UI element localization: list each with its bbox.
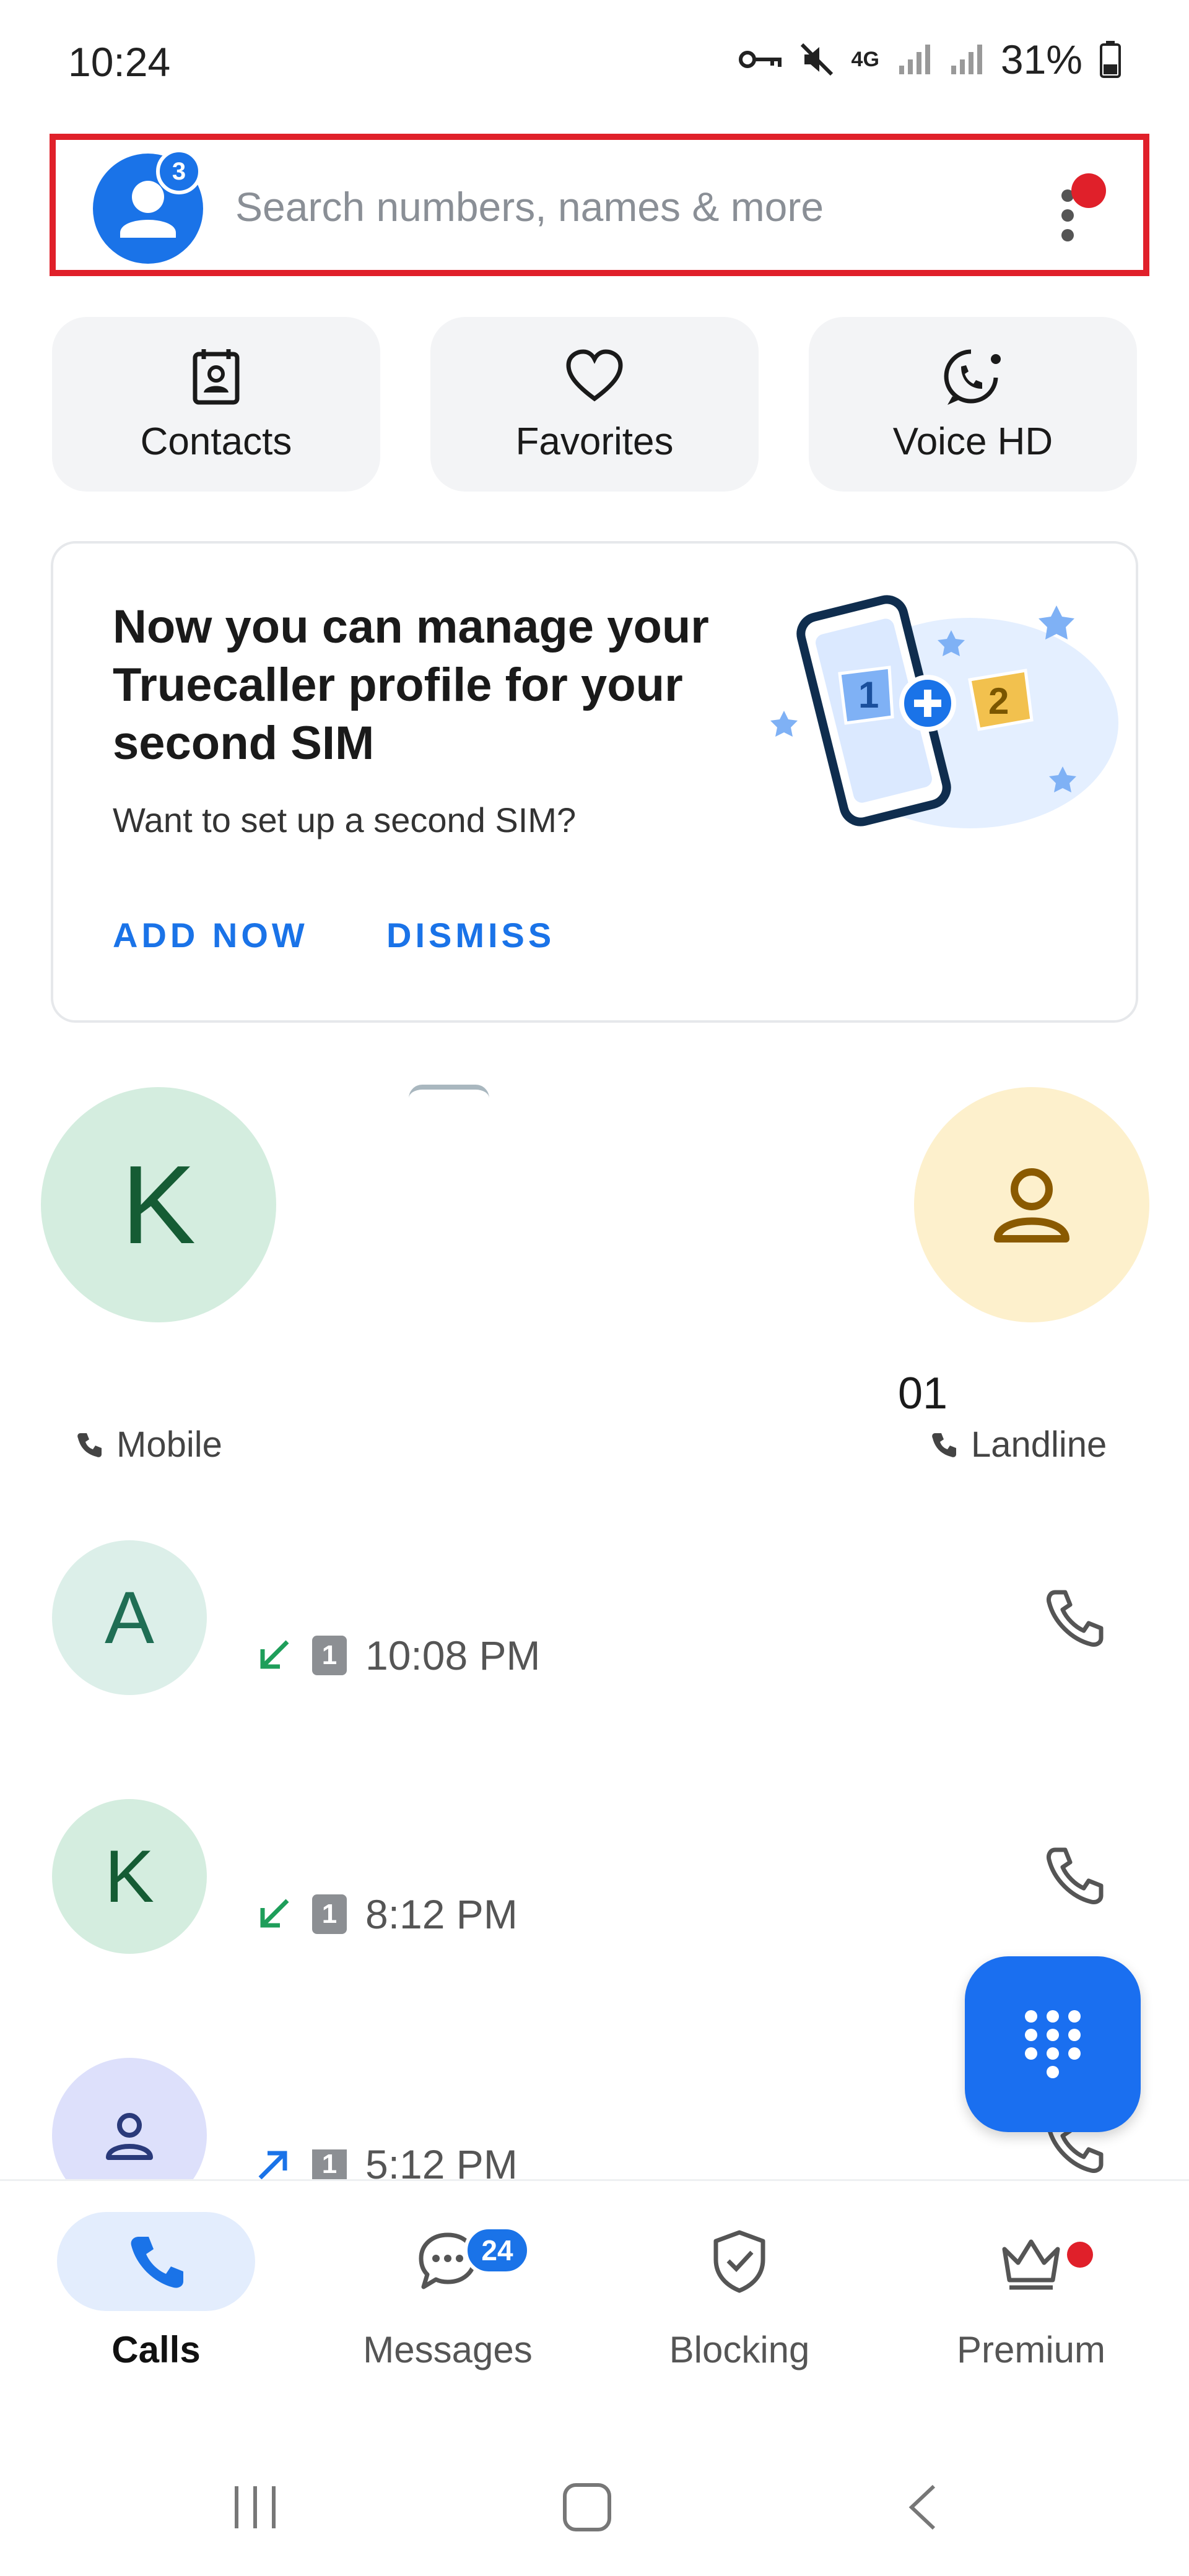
- crown-icon: [1002, 2239, 1060, 2290]
- status-icons: 4G 31%: [738, 36, 1121, 83]
- call-log-avatar[interactable]: K: [52, 1799, 207, 1954]
- shield-check-icon: [713, 2230, 765, 2293]
- call-button-icon[interactable]: [1040, 1842, 1108, 1910]
- system-navigation-bar: [0, 2427, 1189, 2576]
- card-subtitle: Want to set up a second SIM?: [113, 800, 577, 839]
- outgoing-call-arrow-icon: [258, 2151, 287, 2179]
- favorites-label: Favorites: [515, 420, 674, 463]
- vpn-key-icon: [738, 51, 782, 68]
- call-time: 8:12 PM: [365, 1891, 518, 1937]
- call-log-avatar[interactable]: A: [52, 1540, 207, 1695]
- battery-percent: 31%: [1000, 37, 1082, 82]
- sim-badge: 1: [312, 1894, 347, 1934]
- messages-badge: 24: [464, 2226, 531, 2275]
- frequent-contact-type: Landline: [929, 1424, 1107, 1465]
- frequent-contact-type: Mobile: [74, 1424, 222, 1465]
- add-now-button[interactable]: ADD NOW: [113, 915, 308, 955]
- network-type: 4G: [851, 47, 879, 71]
- battery-icon: [1100, 41, 1121, 78]
- svg-text:1: 1: [858, 674, 879, 716]
- nav-label: Messages: [363, 2329, 533, 2370]
- nav-label: Premium: [956, 2329, 1106, 2370]
- sim-badge: 1: [312, 2149, 347, 2179]
- recent-apps-icon[interactable]: [230, 2483, 280, 2532]
- call-log-meta: 1 5:12 PM: [254, 2149, 518, 2179]
- signal-icon: [899, 45, 930, 74]
- signal-icon-2: [951, 45, 982, 74]
- phone-icon: [932, 1433, 956, 1457]
- call-time: 5:12 PM: [365, 2149, 518, 2179]
- call-button-icon[interactable]: [1040, 1585, 1108, 1653]
- call-time: 10:08 PM: [365, 1633, 541, 1678]
- dialpad-button[interactable]: [965, 1956, 1141, 2132]
- sim-badge: 1: [312, 1636, 347, 1675]
- call-log-meta: 1 8:12 PM: [254, 1891, 518, 1938]
- search-input[interactable]: Search numbers, names & more: [235, 183, 824, 230]
- more-options-button[interactable]: [1053, 173, 1106, 251]
- status-time: 10:24: [68, 39, 171, 85]
- dialpad-icon: [1025, 2010, 1081, 2078]
- nav-label: Blocking: [669, 2329, 810, 2370]
- favorites-chip[interactable]: Favorites: [430, 317, 759, 492]
- voice-hd-icon: [944, 349, 1001, 405]
- second-sim-card: Now you can manage your Truecaller profi…: [51, 541, 1138, 1023]
- blocking-pill: [640, 2212, 838, 2311]
- phone-icon: [131, 2237, 183, 2288]
- phone-icon: [77, 1433, 102, 1457]
- search-bar[interactable]: 3 Search numbers, names & more: [50, 134, 1149, 276]
- dual-sim-illustration: 1 2: [770, 595, 1118, 828]
- dismiss-button[interactable]: DISMISS: [386, 915, 555, 955]
- notification-dot: [1071, 173, 1106, 208]
- voice-hd-chip[interactable]: Voice HD: [809, 317, 1137, 492]
- back-icon[interactable]: [904, 2483, 941, 2532]
- person-icon: [106, 2113, 153, 2160]
- frequent-contact-avatar[interactable]: K: [41, 1087, 276, 1322]
- contacts-label: Contacts: [140, 420, 292, 463]
- premium-pill: [932, 2212, 1130, 2311]
- calls-pill: [57, 2212, 255, 2311]
- frequent-contact-name: 01: [898, 1369, 948, 1418]
- svg-text:2: 2: [988, 680, 1009, 722]
- premium-dot: [1067, 2242, 1093, 2268]
- profile-badge: 3: [156, 149, 202, 194]
- nav-premium[interactable]: Premium: [901, 2212, 1161, 2371]
- heart-icon: [566, 349, 623, 401]
- card-title: Now you can manage your Truecaller profi…: [113, 601, 709, 770]
- home-icon[interactable]: [561, 2483, 613, 2532]
- contacts-chip[interactable]: Contacts: [52, 317, 380, 492]
- incoming-call-arrow-icon: [260, 1640, 289, 1669]
- nav-blocking[interactable]: Blocking: [609, 2212, 869, 2371]
- voice-hd-label: Voice HD: [892, 420, 1053, 463]
- incoming-call-arrow-icon: [260, 1899, 289, 1928]
- nav-label: Calls: [111, 2329, 201, 2370]
- person-icon: [994, 1168, 1069, 1242]
- nav-messages[interactable]: 24 Messages: [318, 2212, 578, 2371]
- nav-calls[interactable]: Calls: [26, 2212, 286, 2371]
- call-log-meta: 1 10:08 PM: [254, 1632, 541, 1679]
- mute-icon: [800, 43, 833, 76]
- scroll-indicator: [409, 1085, 489, 1098]
- frequent-contact-avatar[interactable]: [914, 1087, 1149, 1322]
- bottom-navigation: Calls 24 Messages Blocking Premium: [0, 2179, 1189, 2429]
- contacts-icon: [193, 349, 240, 404]
